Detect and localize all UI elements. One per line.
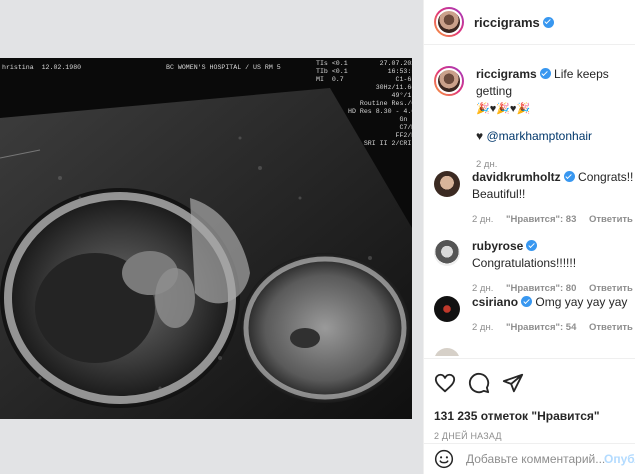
caption: riccigrams Life keeps getting 🎉♥🎉♥🎉 ♥ @m… bbox=[434, 66, 635, 173]
comment-likes[interactable]: "Нравится": 83 bbox=[506, 214, 576, 225]
comment-username[interactable]: davidkrumholtz bbox=[472, 170, 561, 184]
caption-username[interactable]: riccigrams bbox=[476, 67, 537, 81]
comment-time[interactable]: 2 дн. bbox=[472, 322, 493, 333]
caption-heart: ♥ bbox=[476, 129, 484, 143]
reply-button[interactable]: Ответить bbox=[589, 214, 633, 225]
commenter-avatar[interactable] bbox=[434, 348, 460, 356]
ultrasound-image: hristina 12.02.1980 BC WOMEN'S HOSPITAL … bbox=[0, 58, 412, 419]
post-side-panel: riccigrams riccigrams Life keeps getting… bbox=[423, 0, 635, 474]
verified-badge-icon bbox=[563, 171, 575, 182]
emoji-icon[interactable] bbox=[434, 449, 454, 469]
post-actions: 131 235 отметок "Нравится" 2 ДНЕЙ НАЗАД bbox=[424, 358, 635, 441]
comment-item-partial bbox=[434, 346, 635, 356]
verified-badge-icon bbox=[542, 16, 554, 28]
verified-badge-icon bbox=[539, 68, 551, 79]
likes-count[interactable]: 131 235 отметок "Нравится" bbox=[434, 409, 626, 423]
caption-avatar[interactable] bbox=[434, 66, 464, 96]
post-date[interactable]: 2 ДНЕЙ НАЗАД bbox=[434, 431, 626, 441]
comment-icon[interactable] bbox=[468, 372, 490, 394]
commenter-avatar[interactable] bbox=[434, 240, 460, 266]
comment-item: rubyrose Congratulations!!!!!! 2 дн. "Нр… bbox=[434, 238, 635, 297]
comment-username[interactable]: rubyrose bbox=[472, 239, 523, 253]
comments-list[interactable]: riccigrams Life keeps getting 🎉♥🎉♥🎉 ♥ @m… bbox=[424, 46, 635, 356]
verified-badge-icon bbox=[526, 240, 538, 251]
heart-icon[interactable] bbox=[434, 372, 456, 394]
mention-link[interactable]: @markhamptonhair bbox=[486, 129, 592, 143]
patient-label: hristina 12.02.1980 bbox=[2, 64, 82, 71]
comment-likes[interactable]: "Нравится": 80 bbox=[506, 283, 576, 294]
author-avatar[interactable] bbox=[434, 7, 464, 37]
tis-readout: TIs <0.1 TIb <0.1 MI 0.7 bbox=[316, 60, 348, 83]
reply-button[interactable]: Ответить bbox=[589, 283, 633, 294]
comment-text: Congratulations!!!!!! bbox=[472, 256, 577, 270]
add-comment-bar: Добавьте комментарий... Опубл bbox=[424, 443, 635, 474]
author-username[interactable]: riccigrams bbox=[474, 15, 540, 30]
verified-badge-icon bbox=[521, 296, 533, 307]
reply-button[interactable]: Ответить bbox=[589, 322, 633, 333]
comment-likes[interactable]: "Нравится": 54 bbox=[506, 322, 576, 333]
comment-username[interactable]: csiriano bbox=[472, 295, 518, 309]
post-photo[interactable]: hristina 12.02.1980 BC WOMEN'S HOSPITAL … bbox=[0, 0, 423, 474]
comment-text: Omg yay yay yay bbox=[535, 295, 628, 309]
hospital-label: BC WOMEN'S HOSPITAL / US RM 5 bbox=[166, 64, 281, 71]
post-comment-button[interactable]: Опубл bbox=[604, 452, 635, 466]
commenter-avatar[interactable] bbox=[434, 171, 460, 197]
scan-settings: 27.07.2021 16:53:51 C1-6-D 30Hz/11.6cm 4… bbox=[348, 60, 412, 147]
caption-emojis: 🎉♥🎉♥🎉 bbox=[476, 103, 531, 115]
comment-item: csiriano Omg yay yay yay 2 дн. "Нравится… bbox=[434, 294, 635, 336]
comment-item: davidkrumholtz Congrats!! Beautiful!! 2 … bbox=[434, 169, 635, 228]
share-icon[interactable] bbox=[502, 372, 524, 394]
commenter-avatar[interactable] bbox=[434, 296, 460, 322]
post-header: riccigrams bbox=[424, 0, 635, 45]
comment-time[interactable]: 2 дн. bbox=[472, 283, 493, 294]
comment-input[interactable]: Добавьте комментарий... bbox=[466, 452, 605, 466]
comment-time[interactable]: 2 дн. bbox=[472, 214, 493, 225]
